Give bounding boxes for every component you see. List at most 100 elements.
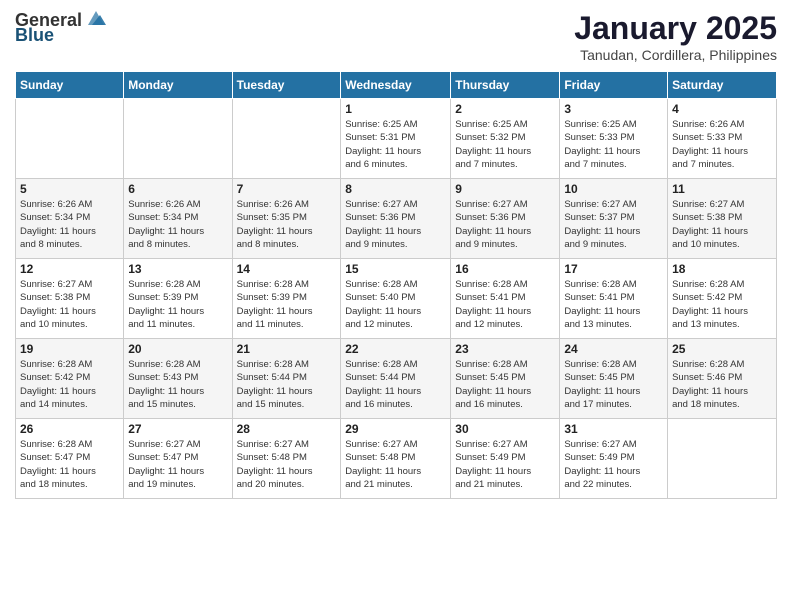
- table-row: 1Sunrise: 6:25 AMSunset: 5:31 PMDaylight…: [341, 99, 451, 179]
- day-info: Sunrise: 6:26 AMSunset: 5:33 PMDaylight:…: [672, 118, 772, 171]
- header-tuesday: Tuesday: [232, 72, 341, 99]
- table-row: 14Sunrise: 6:28 AMSunset: 5:39 PMDayligh…: [232, 259, 341, 339]
- day-info: Sunrise: 6:28 AMSunset: 5:41 PMDaylight:…: [564, 278, 663, 331]
- table-row: 25 Sunrise: 6:28 AMSunset: 5:46 PMDayligh…: [668, 339, 777, 419]
- day-number: 17: [564, 262, 663, 276]
- day-number: 27: [128, 422, 227, 436]
- day-info: Sunrise: 6:26 AMSunset: 5:35 PMDaylight:…: [237, 198, 337, 251]
- day-info: Sunrise: 6:28 AMSunset: 5:42 PMDaylight:…: [672, 278, 772, 331]
- day-info: Sunrise: 6:26 AMSunset: 5:34 PMDaylight:…: [128, 198, 227, 251]
- logo-icon: [84, 7, 108, 31]
- day-info: Sunrise: 6:28 AMSunset: 5:47 PMDaylight:…: [20, 438, 119, 491]
- header: General Blue January 2025 Tanudan, Cordi…: [15, 10, 777, 63]
- table-row: 17 Sunrise: 6:28 AMSunset: 5:41 PMDayligh…: [560, 259, 668, 339]
- day-number: 18: [672, 262, 772, 276]
- table-row: [232, 99, 341, 179]
- table-row: 5 Sunrise: 6:26 AMSunset: 5:34 PMDaylight…: [16, 179, 124, 259]
- table-row: 28 Sunrise: 6:27 AMSunset: 5:48 PMDayligh…: [232, 419, 341, 499]
- day-number: 9: [455, 182, 555, 196]
- day-number: 31: [564, 422, 663, 436]
- calendar-header-row: Sunday Monday Tuesday Wednesday Thursday…: [16, 72, 777, 99]
- table-row: [124, 99, 232, 179]
- table-row: 15Sunrise: 6:28 AMSunset: 5:40 PMDayligh…: [341, 259, 451, 339]
- day-number: 14: [237, 262, 337, 276]
- header-friday: Friday: [560, 72, 668, 99]
- table-row: 19 Sunrise: 6:28 AMSunset: 5:42 PMDayligh…: [16, 339, 124, 419]
- table-row: 31 Sunrise: 6:27 AMSunset: 5:49 PMDayligh…: [560, 419, 668, 499]
- day-info: Sunrise: 6:28 AMSunset: 5:45 PMDaylight:…: [455, 358, 555, 411]
- day-info: Sunrise: 6:28 AMSunset: 5:42 PMDaylight:…: [20, 358, 119, 411]
- day-number: 19: [20, 342, 119, 356]
- day-number: 22: [345, 342, 446, 356]
- logo-blue: Blue: [15, 25, 54, 46]
- day-number: 24: [564, 342, 663, 356]
- header-monday: Monday: [124, 72, 232, 99]
- table-row: 29Sunrise: 6:27 AMSunset: 5:48 PMDayligh…: [341, 419, 451, 499]
- day-number: 11: [672, 182, 772, 196]
- day-info: Sunrise: 6:27 AMSunset: 5:36 PMDaylight:…: [345, 198, 446, 251]
- day-number: 12: [20, 262, 119, 276]
- day-number: 23: [455, 342, 555, 356]
- day-info: Sunrise: 6:28 AMSunset: 5:45 PMDaylight:…: [564, 358, 663, 411]
- day-info: Sunrise: 6:27 AMSunset: 5:36 PMDaylight:…: [455, 198, 555, 251]
- table-row: 16 Sunrise: 6:28 AMSunset: 5:41 PMDayligh…: [451, 259, 560, 339]
- table-row: 7Sunrise: 6:26 AMSunset: 5:35 PMDaylight…: [232, 179, 341, 259]
- calendar-week-4: 19 Sunrise: 6:28 AMSunset: 5:42 PMDayligh…: [16, 339, 777, 419]
- day-number: 8: [345, 182, 446, 196]
- header-sunday: Sunday: [16, 72, 124, 99]
- day-number: 6: [128, 182, 227, 196]
- table-row: 18 Sunrise: 6:28 AMSunset: 5:42 PMDayligh…: [668, 259, 777, 339]
- day-info: Sunrise: 6:25 AMSunset: 5:33 PMDaylight:…: [564, 118, 663, 171]
- table-row: 3 Sunrise: 6:25 AMSunset: 5:33 PMDaylight…: [560, 99, 668, 179]
- calendar-week-5: 26 Sunrise: 6:28 AMSunset: 5:47 PMDayligh…: [16, 419, 777, 499]
- day-number: 1: [345, 102, 446, 116]
- table-row: 30Sunrise: 6:27 AMSunset: 5:49 PMDayligh…: [451, 419, 560, 499]
- day-number: 29: [345, 422, 446, 436]
- table-row: 4 Sunrise: 6:26 AMSunset: 5:33 PMDaylight…: [668, 99, 777, 179]
- calendar: Sunday Monday Tuesday Wednesday Thursday…: [15, 71, 777, 499]
- header-wednesday: Wednesday: [341, 72, 451, 99]
- day-info: Sunrise: 6:27 AMSunset: 5:49 PMDaylight:…: [455, 438, 555, 491]
- title-block: January 2025 Tanudan, Cordillera, Philip…: [574, 10, 777, 63]
- day-info: Sunrise: 6:27 AMSunset: 5:38 PMDaylight:…: [672, 198, 772, 251]
- day-number: 2: [455, 102, 555, 116]
- day-info: Sunrise: 6:25 AMSunset: 5:32 PMDaylight:…: [455, 118, 555, 171]
- day-info: Sunrise: 6:28 AMSunset: 5:39 PMDaylight:…: [128, 278, 227, 331]
- header-saturday: Saturday: [668, 72, 777, 99]
- table-row: 8 Sunrise: 6:27 AMSunset: 5:36 PMDaylight…: [341, 179, 451, 259]
- title-month: January 2025: [574, 10, 777, 47]
- table-row: 12 Sunrise: 6:27 AMSunset: 5:38 PMDayligh…: [16, 259, 124, 339]
- calendar-week-2: 5 Sunrise: 6:26 AMSunset: 5:34 PMDaylight…: [16, 179, 777, 259]
- day-number: 13: [128, 262, 227, 276]
- day-number: 16: [455, 262, 555, 276]
- day-info: Sunrise: 6:27 AMSunset: 5:38 PMDaylight:…: [20, 278, 119, 331]
- calendar-week-1: 1Sunrise: 6:25 AMSunset: 5:31 PMDaylight…: [16, 99, 777, 179]
- calendar-week-3: 12 Sunrise: 6:27 AMSunset: 5:38 PMDayligh…: [16, 259, 777, 339]
- table-row: 13 Sunrise: 6:28 AMSunset: 5:39 PMDayligh…: [124, 259, 232, 339]
- day-number: 28: [237, 422, 337, 436]
- day-info: Sunrise: 6:28 AMSunset: 5:43 PMDaylight:…: [128, 358, 227, 411]
- day-number: 25: [672, 342, 772, 356]
- day-number: 15: [345, 262, 446, 276]
- day-number: 3: [564, 102, 663, 116]
- day-info: Sunrise: 6:27 AMSunset: 5:48 PMDaylight:…: [237, 438, 337, 491]
- logo: General Blue: [15, 10, 108, 46]
- day-number: 4: [672, 102, 772, 116]
- table-row: 20Sunrise: 6:28 AMSunset: 5:43 PMDayligh…: [124, 339, 232, 419]
- day-info: Sunrise: 6:28 AMSunset: 5:44 PMDaylight:…: [345, 358, 446, 411]
- day-info: Sunrise: 6:27 AMSunset: 5:47 PMDaylight:…: [128, 438, 227, 491]
- day-number: 5: [20, 182, 119, 196]
- table-row: 9 Sunrise: 6:27 AMSunset: 5:36 PMDaylight…: [451, 179, 560, 259]
- day-number: 26: [20, 422, 119, 436]
- table-row: 10Sunrise: 6:27 AMSunset: 5:37 PMDayligh…: [560, 179, 668, 259]
- day-info: Sunrise: 6:28 AMSunset: 5:44 PMDaylight:…: [237, 358, 337, 411]
- header-thursday: Thursday: [451, 72, 560, 99]
- day-info: Sunrise: 6:27 AMSunset: 5:49 PMDaylight:…: [564, 438, 663, 491]
- day-info: Sunrise: 6:28 AMSunset: 5:41 PMDaylight:…: [455, 278, 555, 331]
- table-row: 6 Sunrise: 6:26 AMSunset: 5:34 PMDaylight…: [124, 179, 232, 259]
- day-number: 10: [564, 182, 663, 196]
- day-info: Sunrise: 6:28 AMSunset: 5:46 PMDaylight:…: [672, 358, 772, 411]
- table-row: [16, 99, 124, 179]
- day-info: Sunrise: 6:26 AMSunset: 5:34 PMDaylight:…: [20, 198, 119, 251]
- table-row: 24 Sunrise: 6:28 AMSunset: 5:45 PMDayligh…: [560, 339, 668, 419]
